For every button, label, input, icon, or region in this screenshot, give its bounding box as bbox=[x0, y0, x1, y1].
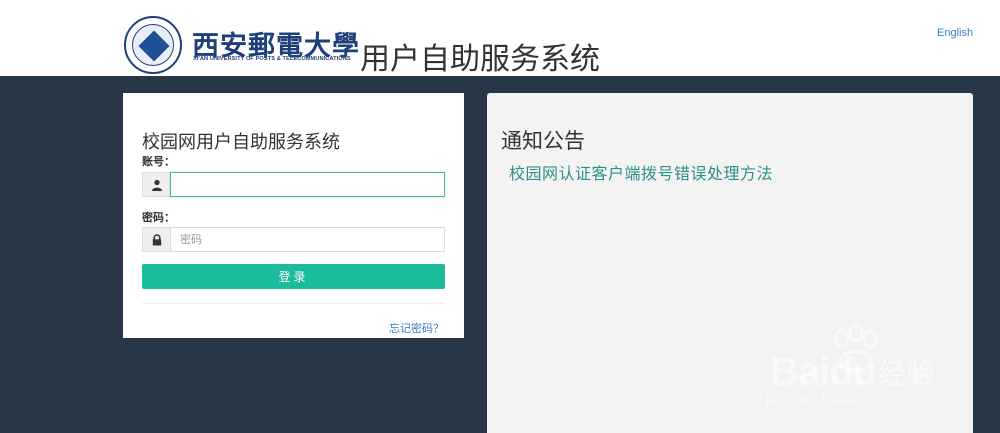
lock-icon bbox=[142, 227, 170, 252]
university-seal-logo bbox=[124, 16, 182, 74]
school-name-en: XI'AN UNIVERSITY OF POSTS & TELECOMMUNIC… bbox=[193, 56, 351, 62]
login-panel: 校园网用户自助服务系统 账号： 密码： 登录 忘记密码？ bbox=[123, 93, 464, 338]
account-label: 账号： bbox=[142, 155, 175, 168]
password-label: 密码： bbox=[142, 211, 175, 224]
user-icon bbox=[142, 172, 170, 197]
top-header: 西安郵電大學 XI'AN UNIVERSITY OF POSTS & TELEC… bbox=[0, 0, 1000, 77]
notice-title: 通知公告 bbox=[501, 129, 585, 153]
login-button[interactable]: 登录 bbox=[142, 264, 445, 289]
system-title: 用户自助服务系统 bbox=[360, 42, 600, 77]
account-input[interactable] bbox=[170, 172, 445, 197]
password-input[interactable] bbox=[170, 227, 445, 252]
divider bbox=[142, 303, 445, 304]
watermark-suffix: 经验 bbox=[878, 357, 935, 390]
watermark-brand: Baidu bbox=[770, 350, 877, 394]
forgot-password-link[interactable]: 忘记密码？ bbox=[389, 320, 444, 336]
login-title: 校园网用户自助服务系统 bbox=[142, 132, 340, 153]
password-input-group bbox=[142, 227, 445, 252]
baidu-jingyan-watermark: Baidu 经验 jingyan.baidu.com bbox=[760, 322, 990, 422]
watermark-url: jingyan.baidu.com bbox=[766, 390, 896, 407]
notice-item-link[interactable]: 校园网认证客户端拨号错误处理方法 bbox=[509, 160, 773, 184]
language-switch-link[interactable]: English bbox=[937, 27, 973, 39]
seal-inner-ring bbox=[132, 24, 174, 66]
account-input-group bbox=[142, 172, 445, 197]
seal-emblem bbox=[138, 30, 170, 62]
